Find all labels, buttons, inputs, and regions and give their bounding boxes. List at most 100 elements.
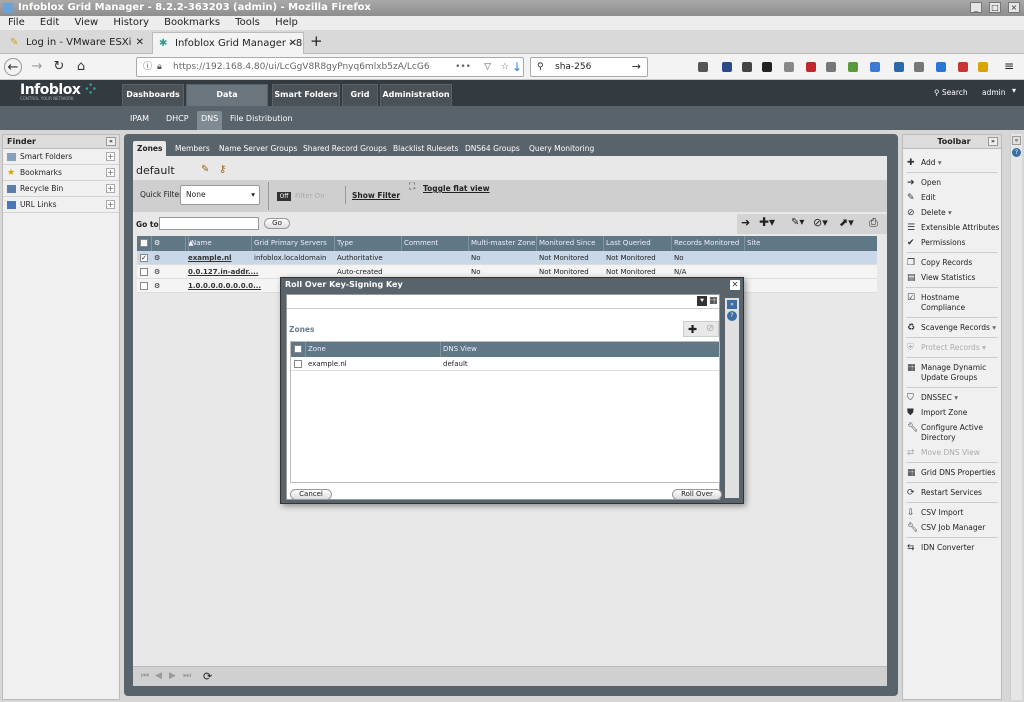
zone-name-link[interactable]: 0.0.127.in-addr.... bbox=[188, 265, 258, 279]
col-dns-view[interactable]: DNS View bbox=[440, 342, 717, 357]
tab-smart-folders[interactable]: Smart Folders bbox=[272, 84, 340, 106]
filter-off-toggle[interactable]: Off bbox=[277, 192, 291, 201]
extension-d-icon[interactable] bbox=[762, 62, 772, 72]
bookmark-star-icon[interactable]: ☆ bbox=[500, 58, 509, 76]
toolbar-manage-dynamic-update-groups[interactable]: ▦ Manage Dynamic Update Groups bbox=[903, 363, 1001, 383]
chevron-down-icon[interactable]: ▾ bbox=[954, 393, 958, 402]
show-filter-link[interactable]: Show Filter bbox=[352, 191, 400, 200]
goto-input[interactable] bbox=[159, 217, 259, 230]
select-all-checkbox[interactable] bbox=[140, 239, 148, 247]
expand-icon[interactable]: + bbox=[106, 168, 115, 177]
col-records-monitored[interactable]: Records Monitored bbox=[671, 236, 744, 251]
zone-name-link[interactable]: 1.0.0.0.0.0.0.0.0... bbox=[188, 279, 261, 293]
delete-icon[interactable]: ⊘▾ bbox=[813, 216, 828, 229]
tab-ipam[interactable]: IPAM bbox=[126, 111, 153, 130]
permissions-icon[interactable]: ⚷ bbox=[219, 164, 226, 175]
toolbar-permissions[interactable]: ✔ Permissions bbox=[903, 238, 1001, 248]
tab-name-server-groups[interactable]: Name Server Groups bbox=[215, 141, 301, 156]
extension-icon[interactable] bbox=[958, 62, 968, 72]
tab-infoblox[interactable]: ✱ Infoblox Grid Manager - 8 ✕ bbox=[152, 32, 304, 54]
delete-icon[interactable]: ⊘ bbox=[706, 323, 714, 334]
eyedropper-icon[interactable] bbox=[742, 62, 752, 72]
extension-icon[interactable] bbox=[826, 62, 836, 72]
roll-over-button[interactable]: Roll Over bbox=[672, 489, 722, 500]
page-actions-icon[interactable]: ••• bbox=[451, 58, 471, 76]
toolbar-copy-records[interactable]: ❐ Copy Records bbox=[903, 258, 1001, 268]
gear-icon[interactable]: ⚙ bbox=[151, 236, 185, 251]
extension-icon[interactable] bbox=[894, 62, 904, 72]
menu-view[interactable]: View bbox=[74, 17, 98, 28]
menu-edit[interactable]: Edit bbox=[40, 17, 59, 28]
collapse-left-icon[interactable]: « bbox=[1012, 136, 1021, 145]
hamburger-menu-icon[interactable]: ≡ bbox=[1004, 59, 1014, 73]
print-icon[interactable]: ⎙ bbox=[869, 216, 878, 230]
toolbar-extensible-attributes[interactable]: ☰ Extensible Attributes bbox=[903, 223, 1001, 233]
cancel-button[interactable]: Cancel bbox=[290, 489, 332, 500]
extension-icon[interactable] bbox=[936, 62, 946, 72]
go-button[interactable]: Go bbox=[264, 218, 290, 229]
row-checkbox[interactable]: ✓ bbox=[140, 254, 148, 262]
first-page-icon[interactable]: ⏮ bbox=[141, 671, 149, 681]
toolbar-csv-job-manager[interactable]: 🔧︎ CSV Job Manager bbox=[903, 523, 1001, 533]
chevron-down-icon[interactable]: ▾ bbox=[982, 343, 986, 352]
quick-filter-select[interactable]: None ▾ bbox=[180, 185, 260, 205]
search-go-icon[interactable]: → bbox=[632, 58, 641, 76]
gear-icon[interactable]: ⚙ bbox=[154, 279, 160, 293]
reload-icon[interactable]: ↻ bbox=[50, 58, 68, 76]
col-monitored-since[interactable]: Monitored Since bbox=[536, 236, 603, 251]
col-site[interactable]: Site bbox=[744, 236, 877, 251]
tab-blacklist-rulesets[interactable]: Blacklist Rulesets bbox=[389, 141, 462, 156]
help-icon[interactable]: ? bbox=[1012, 148, 1021, 157]
row-checkbox[interactable] bbox=[140, 282, 148, 290]
add-icon[interactable]: ✚▾ bbox=[759, 215, 775, 229]
tab-dns64-groups[interactable]: DNS64 Groups bbox=[461, 141, 524, 156]
expand-icon[interactable]: + bbox=[106, 200, 115, 209]
close-tab-icon[interactable]: ✕ bbox=[289, 33, 297, 54]
toolbar-idn-converter[interactable]: ⇆ IDN Converter bbox=[903, 543, 1001, 553]
extension-icon[interactable] bbox=[978, 62, 988, 72]
menu-tools[interactable]: Tools bbox=[235, 17, 260, 28]
col-zone[interactable]: Zone bbox=[305, 342, 440, 357]
next-page-icon[interactable]: ▶ bbox=[169, 671, 176, 681]
close-tab-icon[interactable]: ✕ bbox=[136, 32, 144, 53]
pocket-icon[interactable]: ▽ bbox=[484, 58, 491, 76]
table-row[interactable]: ✓ ⚙ example.nl infoblox.localdomain Auth… bbox=[137, 251, 877, 265]
toolbar-import-zone[interactable]: ⛊ Import Zone bbox=[903, 408, 1001, 418]
app-search[interactable]: ⚲ Search bbox=[934, 88, 968, 97]
tab-shared-record-groups[interactable]: Shared Record Groups bbox=[299, 141, 391, 156]
row-checkbox[interactable] bbox=[140, 268, 148, 276]
finder-item-smart-folders[interactable]: Smart Folders + bbox=[3, 149, 119, 165]
tab-dhcp[interactable]: DHCP bbox=[162, 111, 193, 130]
menu-file[interactable]: File bbox=[8, 17, 25, 28]
finder-item-url-links[interactable]: URL Links + bbox=[3, 197, 119, 213]
minimize-button[interactable]: _ bbox=[970, 2, 982, 13]
col-type[interactable]: Type bbox=[334, 236, 401, 251]
tab-esxi[interactable]: ✎ Log in - VMware ESXi ✕ bbox=[4, 32, 150, 54]
toolbar-move-dns-view[interactable]: ⇄ Move DNS View bbox=[903, 448, 1001, 458]
extension-icon[interactable] bbox=[848, 62, 858, 72]
list-item[interactable]: example.nl default bbox=[291, 357, 719, 371]
maximize-button[interactable]: □ bbox=[989, 2, 1001, 13]
gear-icon[interactable]: ⚙ bbox=[154, 251, 160, 265]
download-icon[interactable]: ↓ bbox=[512, 60, 522, 74]
toolbar-csv-import[interactable]: ⇩ CSV Import bbox=[903, 508, 1001, 518]
chevron-down-icon[interactable]: ▾ bbox=[948, 208, 952, 217]
tab-dns[interactable]: DNS bbox=[197, 111, 223, 130]
export-icon[interactable]: ⬈▾ bbox=[839, 216, 854, 229]
library-icon[interactable] bbox=[698, 62, 708, 72]
col-multimaster[interactable]: Multi-master Zone bbox=[468, 236, 536, 251]
open-arrow-icon[interactable]: ➜ bbox=[741, 216, 750, 229]
last-page-icon[interactable]: ⏭ bbox=[183, 671, 191, 681]
tab-query-monitoring[interactable]: Query Monitoring bbox=[525, 141, 598, 156]
extension-icon[interactable] bbox=[870, 62, 880, 72]
toolbar-hostname-compliance[interactable]: ☑ Hostname Compliance bbox=[903, 293, 1001, 313]
row-checkbox[interactable] bbox=[294, 360, 302, 368]
toolbar-restart-services[interactable]: ⟳ Restart Services bbox=[903, 488, 1001, 498]
add-icon[interactable]: ✚ bbox=[688, 323, 697, 336]
menu-bookmarks[interactable]: Bookmarks bbox=[164, 17, 220, 28]
edit-pencil-icon[interactable]: ✎ bbox=[201, 164, 209, 175]
toolbar-grid-dns-properties[interactable]: ▦ Grid DNS Properties bbox=[903, 468, 1001, 478]
tab-administration[interactable]: Administration bbox=[380, 84, 452, 106]
toolbar-dnssec[interactable]: ⛉ DNSSEC ▾ bbox=[903, 393, 1001, 403]
expand-icon[interactable]: + bbox=[106, 184, 115, 193]
